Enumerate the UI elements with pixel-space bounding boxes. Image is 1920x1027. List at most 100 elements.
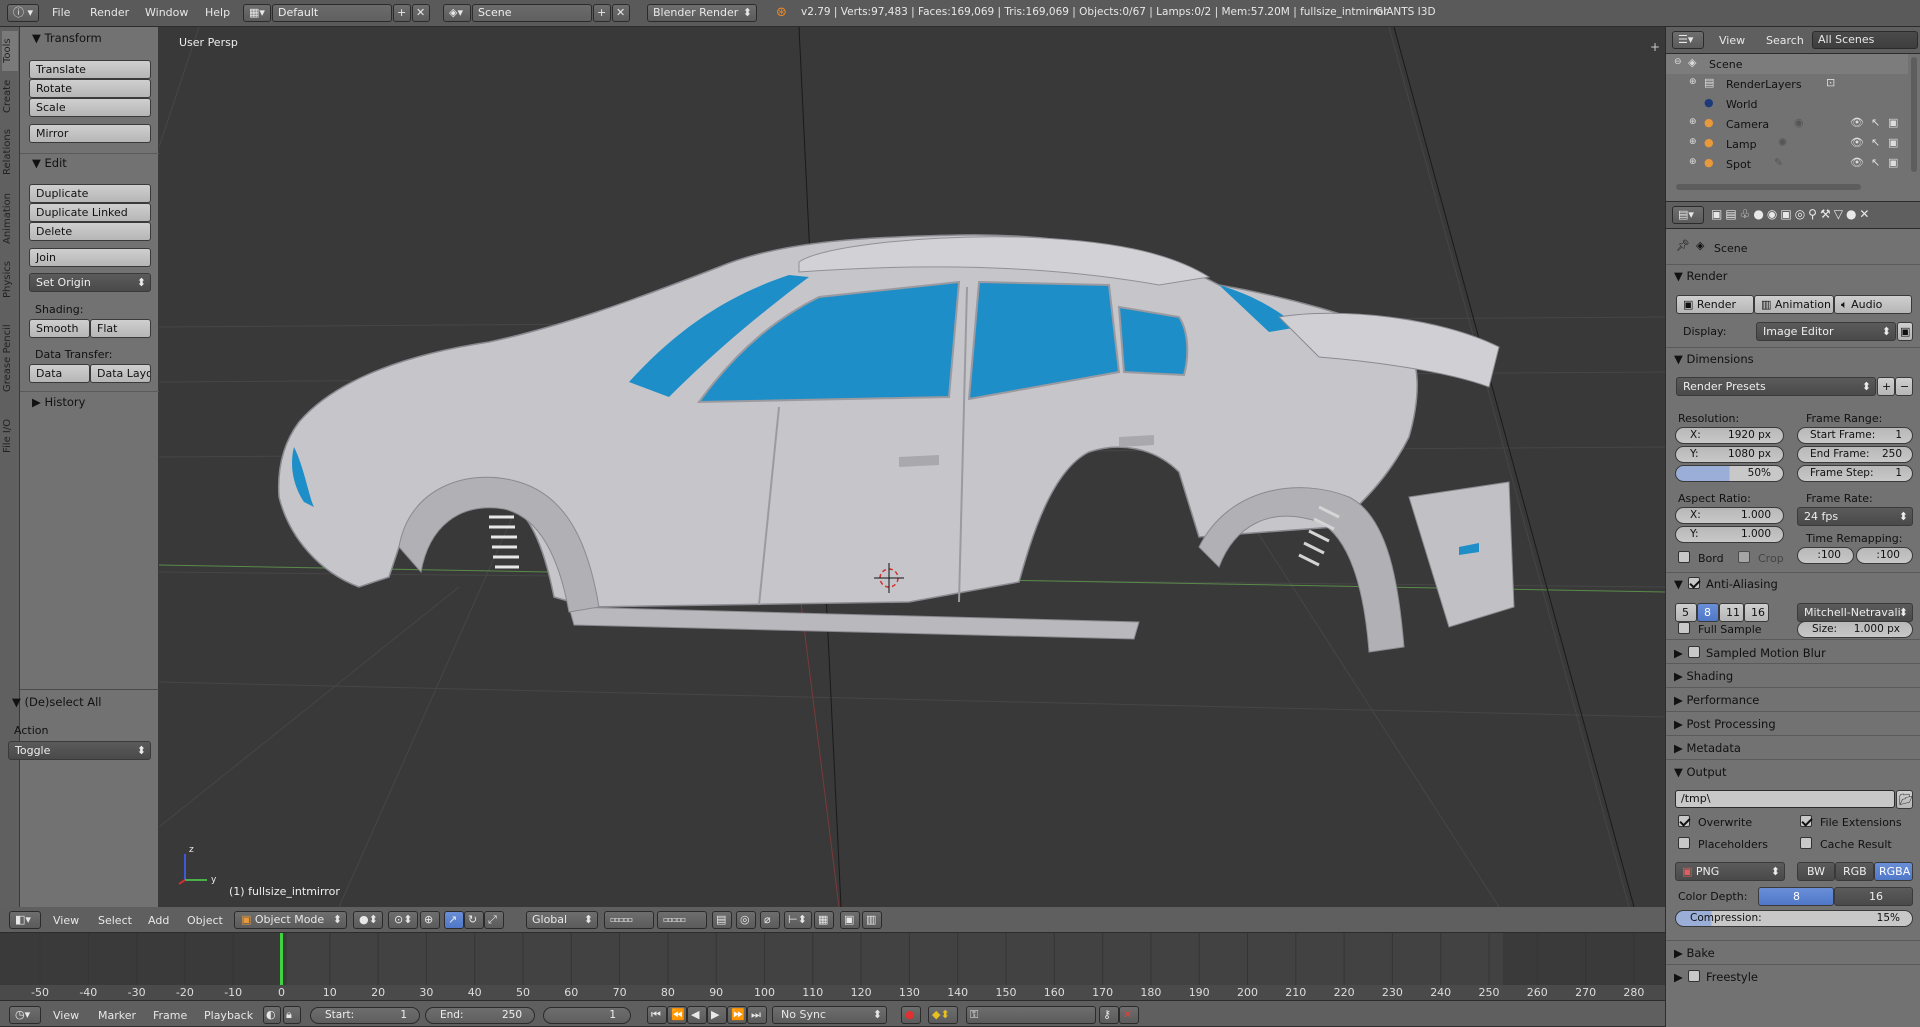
manipulator-toggle[interactable]: ⊕ [420,911,440,929]
lock-layers-button[interactable]: ▤ [712,911,732,929]
end-frame-field[interactable]: End: 250 [425,1007,535,1024]
motion-blur-panel-header[interactable]: ▶ [1674,646,1683,660]
pivot-point-select[interactable]: ⊙⬍ [388,911,418,929]
cursor-select-icon[interactable]: ↖ [1871,136,1880,149]
file-format-select[interactable]: ▣ PNG ⬍ [1675,862,1785,881]
timeline-area[interactable]: -50 -40 -30 -20 -10 0 10 20 30 40 50 60 70 80 90 100 110… [0,933,1665,1000]
end-frame-prop-field[interactable]: End Frame: 250 [1797,446,1913,463]
shading-panel-header[interactable]: ▶ Shading [1674,669,1733,683]
outliner-row-scene[interactable]: ⊖ ◈ Scene [1666,54,1908,74]
render-audio-button[interactable]: 🔈︎ Audio [1834,295,1912,314]
context-tabs-icons[interactable]: ▣▤♧●◉▣◎⚲⚒▽●✕ [1711,207,1872,221]
smooth-shading-button[interactable]: Smooth [29,319,90,338]
antialiasing-checkbox[interactable] [1688,577,1700,589]
metadata-panel-header[interactable]: ▶ Metadata [1674,741,1741,755]
performance-panel-header[interactable]: ▶ Performance [1674,693,1759,707]
menu-add[interactable]: Add [148,914,169,927]
duplicate-linked-button[interactable]: Duplicate Linked [29,203,151,222]
timeline-menu-view[interactable]: View [53,1009,79,1022]
editor-type-button[interactable]: ◧▾ [9,911,41,929]
outliner-row-lamp[interactable]: ⊕ ● Lamp ✺ 👁︎ ↖ ▣ [1666,134,1908,154]
start-frame-field[interactable]: Start: 1 [310,1007,420,1024]
rotate-button[interactable]: Rotate [29,79,151,98]
scene-name-field[interactable]: Scene [472,4,592,22]
render-presets-select[interactable]: Render Presets ⬍ [1676,377,1876,396]
render-engine-select[interactable]: Blender Render ⬍ [647,4,757,22]
render-camera-icon[interactable]: ▣ [1888,116,1898,129]
properties-editor-type-button[interactable]: ▤▾ [1672,206,1704,224]
sync-mode-select[interactable]: No Sync ⬍ [772,1006,887,1024]
scene-icon-button[interactable]: ◈▾ [443,4,471,22]
eye-icon[interactable]: 👁︎ [1850,116,1864,129]
render-camera-icon[interactable]: ▣ [1888,136,1898,149]
render-camera-icon[interactable]: ▣ [1888,156,1898,169]
delete-keyframe-button[interactable]: ✕ [1119,1006,1139,1024]
edit-panel-header[interactable]: ▼ Edit [32,156,67,170]
preview-range-button[interactable]: ◐ [263,1006,281,1024]
full-sample-checkbox[interactable] [1678,622,1690,634]
tab-physics[interactable]: Physics [2,255,18,305]
info-editor-type-button[interactable]: ⓘ ▾ [7,4,39,22]
tab-animation[interactable]: Animation [2,187,18,251]
outliner-row-world[interactable]: ● World [1666,94,1908,114]
crop-checkbox[interactable] [1738,551,1750,563]
outliner-row-spot[interactable]: ⊕ ● Spot ✎ 👁︎ ↖ ▣ [1666,154,1908,174]
set-origin-select[interactable]: Set Origin ⬍ [29,273,151,292]
menu-help[interactable]: Help [205,6,230,19]
timeline-editor-type-button[interactable]: ◷▾ [9,1006,41,1024]
render-animation-button[interactable]: ▥ Animation [1754,295,1834,314]
jump-start-button[interactable]: ⏮ [647,1006,667,1024]
prev-keyframe-button[interactable]: ⏪ [667,1006,687,1024]
render-still-button[interactable]: ▣ [840,911,860,929]
color-rgb-button[interactable]: RGB [1835,862,1874,881]
menu-file[interactable]: File [52,6,70,19]
aa-samples-16[interactable]: 16 [1744,603,1769,622]
outliner-vscrollbar[interactable] [1911,57,1917,172]
scene-remove-button[interactable]: ✕ [612,4,630,22]
flat-shading-button[interactable]: Flat [90,319,151,338]
layout-remove-button[interactable]: ✕ [412,4,430,22]
render-panel-header[interactable]: ▼ Render [1674,269,1727,283]
output-panel-header[interactable]: ▼ Output [1674,765,1726,779]
menu-view[interactable]: View [53,914,79,927]
dimensions-panel-header[interactable]: ▼ Dimensions [1674,352,1754,366]
timeline-menu-marker[interactable]: Marker [98,1009,136,1022]
menu-object[interactable]: Object [187,914,223,927]
scale-manipulator-button[interactable]: ⤢ [484,911,504,929]
cursor-select-icon[interactable]: ↖ [1871,156,1880,169]
cursor-select-icon[interactable]: ↖ [1871,116,1880,129]
compression-field[interactable]: Compression: 15% [1675,910,1913,927]
outliner-menu-search[interactable]: Search [1766,34,1804,47]
data-transfer-button[interactable]: Data [29,364,90,383]
resolution-x-field[interactable]: X: 1920 px [1675,427,1784,444]
timeline-menu-playback[interactable]: Playback [204,1009,253,1022]
tab-grease-pencil[interactable]: Grease Pencil [2,309,18,407]
overwrite-checkbox[interactable] [1678,815,1690,827]
viewport-shading-select[interactable]: ●⬍ [353,911,383,929]
output-path-field[interactable]: /tmp\ [1675,790,1895,808]
aa-filter-select[interactable]: Mitchell-Netravali ⬍ [1797,603,1913,622]
border-checkbox[interactable] [1678,551,1690,563]
auto-keying-button[interactable]: ● [901,1006,921,1024]
antialiasing-panel-header[interactable]: ▼ [1674,577,1683,591]
display-options-button[interactable]: ▣ [1897,322,1913,341]
cache-result-checkbox[interactable] [1800,837,1812,849]
layout-add-button[interactable]: + [393,4,411,22]
deselect-all-operator-header[interactable]: ▼ (De)select All [12,695,102,709]
remap-old-field[interactable]: :100 [1797,547,1854,564]
post-processing-panel-header[interactable]: ▶ Post Processing [1674,717,1776,731]
freestyle-checkbox[interactable] [1688,970,1700,982]
menu-window[interactable]: Window [145,6,188,19]
tab-create[interactable]: Create [2,75,18,117]
keying-set-button[interactable]: ◆⬍ [928,1006,958,1024]
current-frame-field[interactable]: 1 [543,1007,631,1024]
transform-orientation-select[interactable]: Global ⬍ [526,911,598,929]
scale-button[interactable]: Scale [29,98,151,117]
color-bw-button[interactable]: BW [1797,862,1835,881]
snap-target-button[interactable]: ▦ [814,911,834,929]
lock-range-button[interactable]: 🔒︎ [283,1006,301,1024]
keying-set-field[interactable]: ⚿ [966,1006,1096,1024]
tab-tools[interactable]: Tools [2,31,18,71]
outliner-row-renderlayers[interactable]: ⊕ ▤ RenderLayers ⊡ [1666,74,1908,94]
color-depth-16-button[interactable]: 16 [1834,887,1913,906]
